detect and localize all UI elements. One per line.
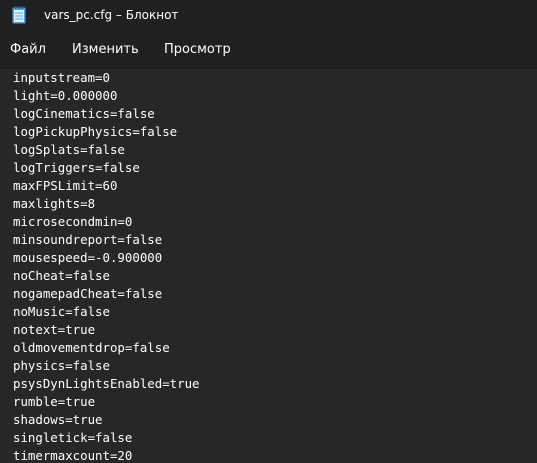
text-line[interactable]: inputstream=0 (13, 69, 110, 87)
text-line[interactable]: timermaxcount=20 (13, 447, 132, 463)
text-line[interactable]: physics=false (13, 357, 110, 375)
text-line[interactable]: logPickupPhysics=false (13, 123, 177, 141)
text-line[interactable]: noMusic=false (13, 303, 110, 321)
text-line[interactable]: logTriggers=false (13, 159, 140, 177)
menu-file[interactable]: Файл (10, 41, 46, 58)
title-bar[interactable]: vars_pc.cfg – Блокнот (0, 0, 537, 30)
text-line[interactable]: microsecondmin=0 (13, 213, 132, 231)
text-editor[interactable]: inputstream=0 light=0.000000 logCinemati… (0, 69, 537, 463)
text-line[interactable]: notext=true (13, 321, 95, 339)
text-line[interactable]: rumble=true (13, 393, 95, 411)
window-title: vars_pc.cfg – Блокнот (44, 8, 179, 22)
text-line[interactable]: noCheat=false (13, 267, 110, 285)
text-line[interactable]: logCinematics=false (13, 105, 155, 123)
text-line[interactable]: shadows=true (13, 411, 103, 429)
text-line[interactable]: psysDynLightsEnabled=true (13, 375, 200, 393)
text-line[interactable]: logSplats=false (13, 141, 125, 159)
text-line[interactable]: singletick=false (13, 429, 132, 447)
text-line[interactable]: mousespeed=-0.900000 (13, 249, 162, 267)
menu-edit[interactable]: Изменить (72, 41, 139, 58)
text-line[interactable]: maxFPSLimit=60 (13, 177, 117, 195)
text-line[interactable]: light=0.000000 (13, 87, 117, 105)
notepad-window: vars_pc.cfg – Блокнот Файл Изменить Прос… (0, 0, 537, 463)
text-line[interactable]: nogamepadCheat=false (13, 285, 162, 303)
menu-bar: Файл Изменить Просмотр (0, 30, 537, 68)
menu-view[interactable]: Просмотр (164, 41, 231, 58)
notepad-icon (12, 6, 26, 24)
text-line[interactable]: minsoundreport=false (13, 231, 162, 249)
text-line[interactable]: oldmovementdrop=false (13, 339, 170, 357)
text-line[interactable]: maxlights=8 (13, 195, 95, 213)
